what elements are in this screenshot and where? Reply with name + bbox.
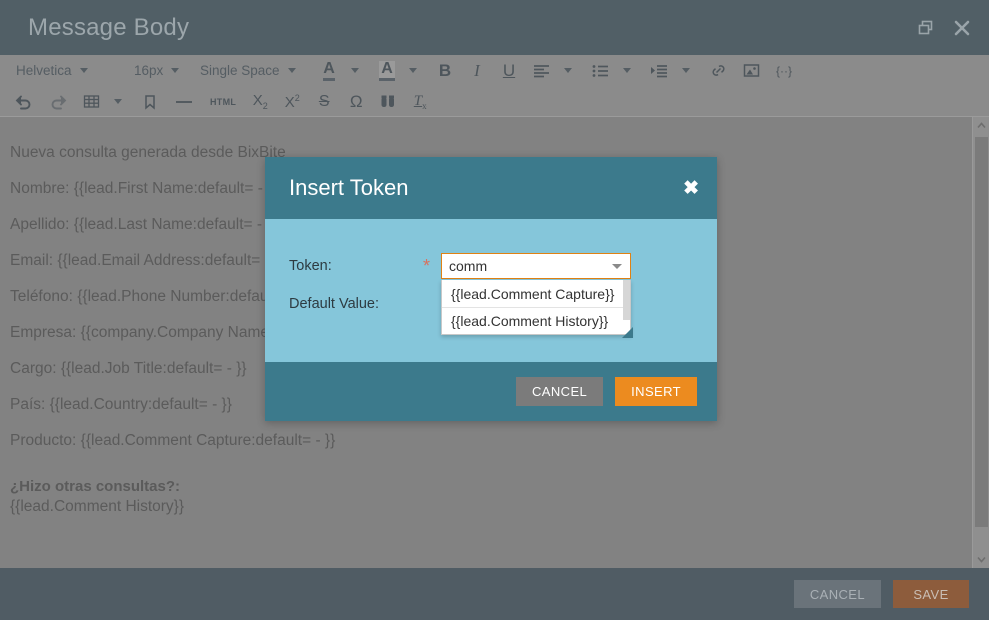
- dialog-footer: CANCEL SAVE: [0, 568, 989, 620]
- link-icon[interactable]: [705, 58, 732, 84]
- horizontal-rule-icon[interactable]: [169, 89, 199, 115]
- required-asterisk: *: [423, 256, 431, 276]
- highlight-color-icon[interactable]: A: [374, 58, 400, 84]
- chevron-down-icon: [287, 68, 296, 73]
- underline-icon[interactable]: U: [496, 58, 522, 84]
- align-icon[interactable]: [528, 58, 555, 84]
- undo-icon[interactable]: [10, 89, 38, 115]
- dropdown-scrollbar[interactable]: [623, 280, 630, 320]
- highlight-color-dropdown[interactable]: [400, 58, 426, 84]
- html-icon[interactable]: HTML: [205, 89, 241, 115]
- default-value-label: Default Value:: [289, 296, 380, 312]
- special-character-icon[interactable]: Ω: [343, 89, 369, 115]
- omega-label: Ω: [349, 91, 363, 111]
- save-button[interactable]: SAVE: [893, 580, 969, 608]
- find-replace-icon[interactable]: [375, 89, 401, 115]
- cancel-button[interactable]: CANCEL: [793, 580, 881, 608]
- line-spacing-select[interactable]: Single Space: [194, 58, 316, 84]
- toolbar-row-1: Helvetica 16px Single Space A A B I U {·…: [0, 55, 989, 86]
- line-spacing-value: Single Space: [200, 63, 280, 78]
- font-family-select[interactable]: Helvetica: [10, 58, 128, 84]
- table-icon[interactable]: [78, 89, 105, 115]
- token-field-wrapper: {{lead.Comment Capture}} {{lead.Comment …: [441, 253, 633, 338]
- token-field-row: Token: * {{lead.Comment Capture}} {{lead…: [289, 247, 693, 338]
- chevron-down-icon: [114, 99, 122, 104]
- code-snippet-label: {··}: [776, 63, 793, 78]
- dropdown-option[interactable]: {{lead.Comment History}}: [442, 307, 630, 334]
- close-icon[interactable]: ✖: [683, 179, 699, 198]
- clear-formatting-icon[interactable]: Tx: [407, 89, 433, 115]
- page-title: Message Body: [28, 13, 190, 41]
- subscript-icon[interactable]: X2: [247, 89, 273, 115]
- indent-dropdown[interactable]: [673, 58, 699, 84]
- editor-line: Producto: {{lead.Comment Capture:default…: [10, 432, 336, 449]
- editor-question-token: {{lead.Comment History}}: [10, 498, 185, 515]
- restore-window-icon[interactable]: [915, 17, 937, 39]
- scroll-up-icon[interactable]: [973, 117, 989, 134]
- code-snippet-icon[interactable]: {··}: [771, 58, 797, 84]
- superscript-icon[interactable]: X2: [279, 89, 305, 115]
- bookmark-icon[interactable]: [137, 89, 163, 115]
- strikethrough-icon[interactable]: S: [311, 89, 337, 115]
- editor-question-heading: ¿Hizo otras consultas?:: [10, 478, 181, 495]
- chevron-down-icon: [623, 68, 631, 73]
- token-dropdown[interactable]: {{lead.Comment Capture}} {{lead.Comment …: [441, 280, 633, 338]
- close-icon[interactable]: [951, 17, 973, 39]
- italic-icon[interactable]: I: [464, 58, 490, 84]
- bullet-list-dropdown[interactable]: [614, 58, 640, 84]
- token-label: Token:: [289, 258, 332, 274]
- modal-cancel-button[interactable]: CANCEL: [516, 377, 604, 406]
- image-icon[interactable]: [738, 58, 765, 84]
- chevron-down-icon: [171, 68, 180, 73]
- modal-header: Insert Token ✖: [265, 157, 717, 219]
- bold-label: B: [438, 61, 452, 80]
- window-controls: [915, 17, 973, 39]
- bullet-list-icon[interactable]: [587, 58, 614, 84]
- chevron-down-icon: [564, 68, 572, 73]
- editor-scrollbar[interactable]: [972, 117, 989, 568]
- table-dropdown[interactable]: [105, 89, 131, 115]
- toolbar-row-2: HTML X2 X2 S Ω Tx: [0, 86, 989, 117]
- scroll-down-icon[interactable]: [973, 551, 989, 568]
- editor-toolbar: Helvetica 16px Single Space A A B I U {·…: [0, 55, 989, 117]
- font-family-value: Helvetica: [16, 63, 72, 78]
- redo-icon[interactable]: [44, 89, 72, 115]
- align-dropdown[interactable]: [555, 58, 581, 84]
- insert-token-modal: Insert Token ✖ Token: * {{lead.Comment C…: [265, 157, 717, 421]
- chevron-down-icon[interactable]: [612, 264, 622, 269]
- modal-footer: CANCEL INSERT: [265, 362, 717, 421]
- html-label: HTML: [210, 96, 237, 107]
- bold-icon[interactable]: B: [432, 58, 458, 84]
- resize-grip-icon[interactable]: [622, 327, 633, 338]
- modal-title: Insert Token: [289, 175, 409, 200]
- font-size-select[interactable]: 16px: [128, 58, 194, 84]
- chevron-down-icon: [682, 68, 690, 73]
- chevron-down-icon: [409, 68, 417, 73]
- underline-label: U: [502, 61, 516, 80]
- modal-insert-button[interactable]: INSERT: [615, 377, 697, 406]
- window-titlebar: Message Body: [0, 0, 989, 55]
- chevron-down-icon: [79, 68, 88, 73]
- font-size-value: 16px: [134, 63, 164, 78]
- dropdown-option[interactable]: {{lead.Comment Capture}}: [442, 280, 630, 307]
- modal-body: Token: * {{lead.Comment Capture}} {{lead…: [265, 219, 717, 362]
- token-input[interactable]: [441, 253, 631, 279]
- scrollbar-thumb[interactable]: [975, 137, 988, 527]
- chevron-down-icon: [351, 68, 359, 73]
- italic-label: I: [474, 61, 480, 80]
- indent-icon[interactable]: [646, 58, 673, 84]
- font-color-dropdown[interactable]: [342, 58, 368, 84]
- font-color-icon[interactable]: A: [316, 58, 342, 84]
